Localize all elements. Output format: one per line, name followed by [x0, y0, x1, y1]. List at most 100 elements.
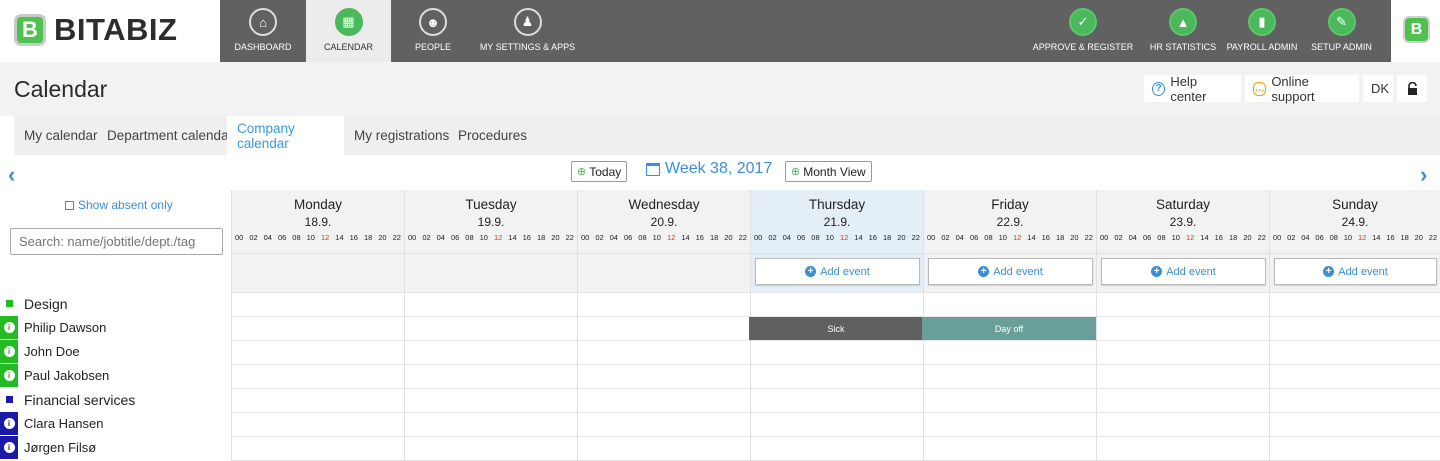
hour-label: 12: [493, 233, 503, 242]
absence-event[interactable]: Sick: [749, 317, 923, 340]
today-button[interactable]: ⊕ Today: [571, 161, 628, 182]
nav-my-settings-apps[interactable]: ♟ MY SETTINGS & APPS: [475, 0, 580, 62]
hour-label: 14: [854, 233, 863, 242]
absence-event[interactable]: Day off: [922, 317, 1096, 340]
bitabiz-logo[interactable]: B BITABIZ: [14, 12, 178, 47]
info-icon[interactable]: i: [0, 340, 18, 363]
plus-circle-icon: +: [805, 266, 817, 277]
person-row[interactable]: i John Doe: [0, 340, 80, 363]
person-row[interactable]: i Clara Hansen: [0, 412, 104, 435]
day-date: 20.9.: [650, 215, 678, 229]
language-button[interactable]: DK: [1363, 75, 1393, 102]
tab-my-calendar[interactable]: My calendar: [14, 116, 108, 155]
calendar-icon: ▦: [334, 8, 363, 36]
hour-label: 08: [1157, 233, 1166, 242]
week-label: Week 38, 2017: [646, 160, 772, 178]
plus-circle-icon: +: [1323, 266, 1335, 277]
hour-label: 22: [738, 233, 747, 242]
payroll-icon: ▮: [1248, 8, 1276, 36]
hour-label: 00: [1099, 233, 1109, 242]
month-view-button[interactable]: ⊕ Month View: [785, 161, 872, 182]
hour-label: 16: [695, 233, 704, 242]
info-glyph: i: [3, 370, 15, 381]
hour-label: 02: [595, 233, 604, 242]
row-divider: [231, 436, 1440, 437]
add-event-button[interactable]: + Add event: [755, 258, 920, 285]
add-event-button[interactable]: + Add event: [1101, 258, 1266, 285]
info-icon[interactable]: i: [0, 316, 18, 339]
hour-label: 12: [1012, 233, 1022, 242]
hour-label: 14: [681, 233, 690, 242]
day-column-wednesday: Wednesday 20.9. 00 02 04 06 08 10 12 14 16 18 20 22: [577, 190, 750, 460]
info-glyph: i: [3, 442, 15, 453]
hour-label: 08: [811, 233, 820, 242]
show-absent-only-toggle[interactable]: Show absent only: [65, 198, 173, 212]
add-event-button[interactable]: + Add event: [928, 258, 1093, 285]
hour-label: 00: [926, 233, 936, 242]
show-absent-label: Show absent only: [78, 198, 173, 212]
day-column-tuesday: Tuesday 19.9. 00 02 04 06 08 10 12 14 16 18 20 22: [404, 190, 577, 460]
calendar-tabs: My calendar Department calendar Company …: [0, 116, 1440, 155]
hour-scale: 00 02 04 06 08 10 12 14 16 18 20 22: [1270, 231, 1440, 245]
hour-label: 16: [1041, 233, 1050, 242]
person-row[interactable]: i Paul Jakobsen: [0, 364, 109, 387]
nav-approve-register[interactable]: ✓ APPROVE & REGISTER: [1030, 0, 1136, 62]
hour-label: 12: [839, 233, 849, 242]
nav-payroll-admin[interactable]: ▮ PAYROLL ADMIN: [1227, 0, 1297, 62]
previous-week-chevron-left-icon[interactable]: ‹: [8, 162, 15, 188]
department-name: Financial services: [24, 391, 136, 408]
company-logo-icon[interactable]: B: [1403, 16, 1430, 43]
chat-icon: …: [1253, 81, 1267, 96]
nav-calendar[interactable]: ▦ CALENDAR: [306, 0, 391, 62]
tab-company-calendar[interactable]: Company calendar: [227, 116, 344, 155]
nav-setup-admin[interactable]: ✎ SETUP ADMIN: [1298, 0, 1385, 62]
info-icon[interactable]: i: [0, 364, 18, 387]
nav-label: APPROVE & REGISTER: [1032, 42, 1134, 52]
day-column-saturday: Saturday 23.9. 00 02 04 06 08 10 12 14 16 18 20 22 + Ad…: [1096, 190, 1269, 460]
tab-my-registrations[interactable]: My registrations: [344, 116, 459, 155]
hour-label: 06: [450, 233, 460, 242]
person-row[interactable]: i Jørgen Filsø: [0, 436, 96, 459]
hour-scale: 00 02 04 06 08 10 12 14 16 18 20 22: [232, 231, 404, 245]
nav-label: PAYROLL ADMIN: [1226, 42, 1298, 52]
add-event-button[interactable]: + Add event: [1274, 258, 1437, 285]
online-support-label: Online support: [1271, 73, 1315, 104]
tab-procedures[interactable]: Procedures: [448, 116, 537, 155]
person-row[interactable]: i Philip Dawson: [0, 316, 106, 339]
logo-text: BITABIZ: [54, 12, 178, 47]
hour-scale: 00 02 04 06 08 10 12 14 16 18 20 22: [1097, 231, 1269, 245]
hour-label: 10: [1171, 233, 1180, 242]
help-center-button[interactable]: ? Help center: [1144, 74, 1241, 104]
row-divider: [231, 340, 1440, 341]
lock-button[interactable]: [1397, 75, 1427, 102]
nav-label: PEOPLE: [414, 42, 452, 52]
hour-label: 04: [1128, 233, 1137, 242]
search-input[interactable]: [10, 228, 223, 255]
hour-label: 10: [1343, 233, 1353, 242]
hour-label: 14: [335, 233, 344, 242]
info-icon[interactable]: i: [0, 412, 18, 435]
nav-people[interactable]: ☻ PEOPLE: [391, 0, 475, 62]
row-divider: [231, 364, 1440, 365]
info-icon[interactable]: i: [0, 436, 18, 459]
hour-label: 02: [941, 233, 950, 242]
person-name: Philip Dawson: [24, 320, 107, 335]
hour-label: 12: [1185, 233, 1195, 242]
chart-icon: ▲: [1169, 8, 1197, 36]
hour-label: 20: [378, 233, 387, 242]
nav-dashboard[interactable]: ⌂ DASHBOARD: [220, 0, 306, 62]
nav-label: CALENDAR: [323, 42, 373, 52]
nav-hr-statistics[interactable]: ▲ HR STATISTICS: [1136, 0, 1230, 62]
hour-label: 08: [465, 233, 474, 242]
hour-label: 16: [1386, 233, 1395, 242]
next-week-chevron-right-icon[interactable]: ›: [1420, 162, 1427, 188]
hour-label: 12: [1357, 233, 1367, 242]
row-divider: [231, 292, 1440, 293]
hour-label: 10: [998, 233, 1007, 242]
online-support-button[interactable]: … Online support: [1245, 73, 1359, 104]
hour-label: 18: [363, 233, 373, 242]
hour-label: 04: [609, 233, 618, 242]
checkbox-icon[interactable]: [65, 200, 74, 210]
person-name: Clara Hansen: [24, 416, 104, 431]
tab-department-calendar[interactable]: Department calendar: [97, 116, 243, 155]
